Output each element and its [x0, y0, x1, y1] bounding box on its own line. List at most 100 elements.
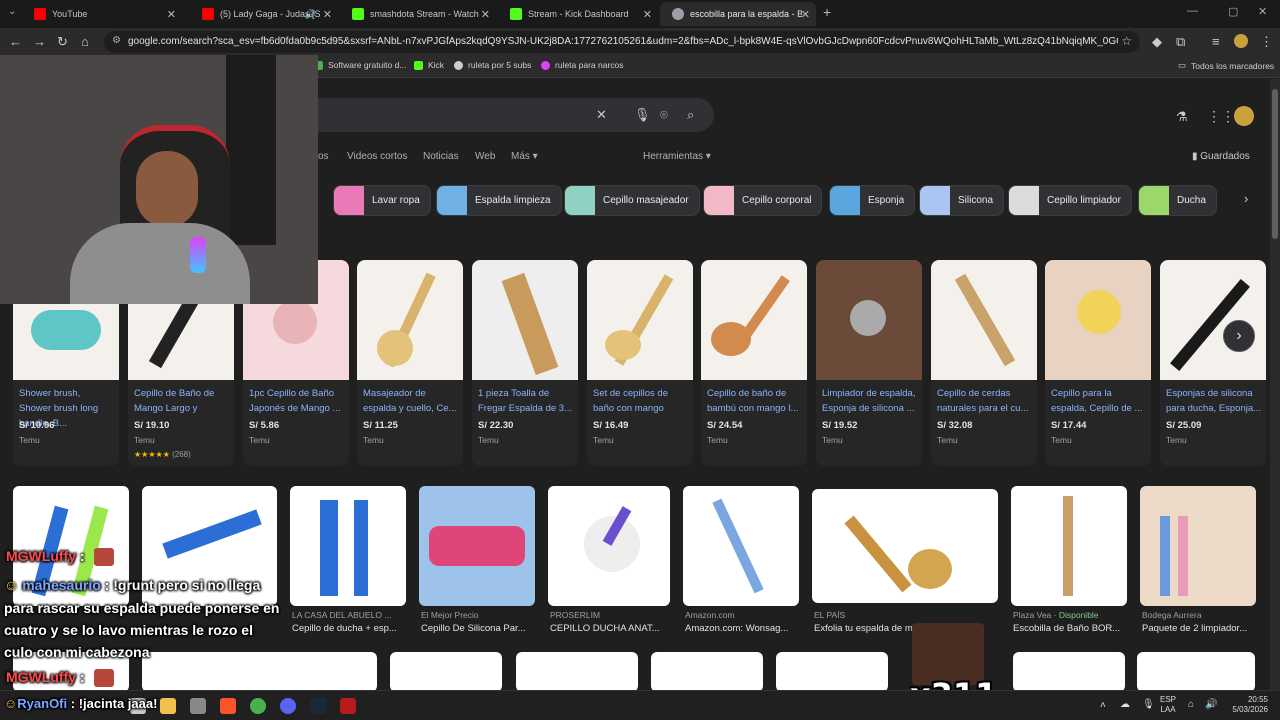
- microphone-icon[interactable]: 🎙: [634, 107, 651, 123]
- clock[interactable]: 20:55 5/03/2026: [1228, 695, 1268, 715]
- tab-youtube[interactable]: YouTube ✕: [22, 2, 182, 26]
- result-image[interactable]: [516, 652, 638, 690]
- forward-icon[interactable]: →: [33, 34, 46, 49]
- result-title[interactable]: Cepillo de ducha + esp...: [292, 623, 412, 634]
- reload-icon[interactable]: ↻: [57, 34, 68, 50]
- network-icon[interactable]: ⌂: [1188, 699, 1194, 710]
- chip-silicona[interactable]: Silicona: [919, 185, 1005, 216]
- chip-cepillo-corporal[interactable]: Cepillo corporal: [703, 185, 823, 216]
- result-title[interactable]: Escobilla de Baño BOR...: [1013, 623, 1133, 634]
- result-image[interactable]: [683, 486, 799, 606]
- result-image[interactable]: [265, 652, 377, 690]
- bookmark-ruleta-subs[interactable]: ruleta por 5 subs: [454, 60, 531, 70]
- search-icon[interactable]: ⌕: [687, 107, 694, 123]
- profile-avatar[interactable]: [1234, 34, 1248, 48]
- result-image[interactable]: [1140, 486, 1256, 606]
- tools-dropdown[interactable]: Herramientas ▾: [643, 151, 711, 162]
- close-tab-icon[interactable]: ✕: [323, 8, 332, 21]
- close-window-icon[interactable]: ✕: [1258, 5, 1267, 18]
- result-title[interactable]: Amazon.com: Wonsag...: [685, 623, 805, 634]
- extension-icon[interactable]: ◆: [1152, 34, 1162, 50]
- site-info-icon[interactable]: ⚙: [112, 35, 121, 46]
- media-icon[interactable]: ≡: [1212, 34, 1220, 49]
- scrollbar-thumb[interactable]: [1272, 89, 1278, 239]
- clear-search-icon[interactable]: ✕: [596, 107, 607, 123]
- result-title[interactable]: Paquete de 2 limpiador...: [1142, 623, 1262, 634]
- carousel-next-icon[interactable]: ›: [1223, 320, 1255, 352]
- result-title[interactable]: Cepillo De Silicona Par...: [421, 623, 541, 634]
- result-image[interactable]: [651, 652, 763, 690]
- tab-google-search[interactable]: escobilla para la espalda - Busc ✕: [660, 2, 816, 26]
- saved-button[interactable]: ▮ Guardados: [1192, 151, 1250, 162]
- dota-icon[interactable]: [340, 698, 356, 714]
- chip-espalda-limpieza[interactable]: Espalda limpieza: [436, 185, 562, 216]
- product-card[interactable]: Esponjas de silicona para ducha, Esponja…: [1160, 260, 1266, 466]
- tab-kick-dashboard[interactable]: Stream - Kick Dashboard ✕: [498, 2, 658, 26]
- result-image[interactable]: [1013, 652, 1125, 690]
- close-tab-icon[interactable]: ✕: [167, 8, 176, 21]
- product-card[interactable]: Cepillo de baño de bambú con mango l... S…: [701, 260, 807, 466]
- result-image[interactable]: [390, 652, 502, 690]
- volume-icon[interactable]: 🔊: [1205, 699, 1217, 710]
- maximize-icon[interactable]: ▢: [1228, 5, 1238, 18]
- chip-ducha[interactable]: Ducha: [1138, 185, 1217, 216]
- chip-cepillo-limpiador[interactable]: Cepillo limpiador: [1008, 185, 1132, 216]
- minimize-icon[interactable]: —: [1187, 5, 1198, 17]
- bookmark-star-icon[interactable]: ☆: [1121, 34, 1132, 48]
- new-tab-icon[interactable]: +: [823, 4, 831, 20]
- result-image[interactable]: [1011, 486, 1127, 606]
- result-image[interactable]: [1137, 652, 1255, 690]
- page-scrollbar[interactable]: [1270, 79, 1280, 690]
- product-card[interactable]: 1 pieza Toalla de Fregar Espalda de 3...…: [472, 260, 578, 466]
- home-icon[interactable]: ⌂: [81, 34, 89, 49]
- discord-icon[interactable]: [280, 698, 296, 714]
- menu-icon[interactable]: ⋮: [1260, 34, 1273, 50]
- result-image[interactable]: [776, 652, 888, 690]
- lens-icon[interactable]: ⌾: [660, 107, 668, 123]
- filter-more[interactable]: Más ▾: [511, 151, 538, 162]
- product-card[interactable]: Limpiador de espalda, Esponja de silicon…: [816, 260, 922, 466]
- result-image[interactable]: [142, 652, 277, 690]
- tab-search-icon[interactable]: ⌄: [8, 6, 16, 17]
- product-card[interactable]: Cepillo de cerdas naturales para el cu..…: [931, 260, 1037, 466]
- close-tab-icon[interactable]: ✕: [643, 8, 652, 21]
- brave-icon[interactable]: [220, 698, 236, 714]
- close-tab-icon[interactable]: ✕: [481, 8, 490, 21]
- result-title[interactable]: CEPILLO DUCHA ANAT...: [550, 623, 670, 634]
- filter-news[interactable]: Noticias: [423, 151, 459, 162]
- labs-icon[interactable]: ⚗: [1176, 109, 1188, 125]
- back-icon[interactable]: ←: [9, 34, 22, 49]
- filter-web[interactable]: Web: [475, 151, 495, 162]
- chrome-icon[interactable]: [250, 698, 266, 714]
- tab-lady-gaga[interactable]: (5) Lady Gaga - Judas [Suku 🔊 ✕: [190, 2, 338, 26]
- result-image[interactable]: [812, 489, 998, 603]
- close-tab-icon[interactable]: ✕: [801, 8, 810, 21]
- filter-partial[interactable]: os: [318, 151, 329, 162]
- account-avatar[interactable]: [1234, 106, 1254, 126]
- filter-short-videos[interactable]: Videos cortos: [347, 151, 407, 162]
- bookmark-software[interactable]: Software gratuito d...: [314, 60, 406, 70]
- product-card[interactable]: Set de cepillos de baño con mango S/ 16.4…: [587, 260, 693, 466]
- audio-icon[interactable]: 🔊: [305, 9, 316, 20]
- apps-grid-icon[interactable]: ⋮⋮: [1207, 108, 1235, 125]
- all-bookmarks[interactable]: ▭ Todos los marcadores: [1178, 60, 1274, 71]
- result-image[interactable]: [419, 486, 535, 606]
- product-card[interactable]: Masajeador de espalda y cuello, Ce... S/ …: [357, 260, 463, 466]
- tab-smashdota[interactable]: smashdota Stream - Watch Liv ✕: [340, 2, 496, 26]
- address-bar[interactable]: ⚙ google.com/search?sca_esv=fb6d0fda0b9c…: [104, 31, 1140, 53]
- product-card[interactable]: Cepillo para la espalda, Cepillo de ... S…: [1045, 260, 1151, 466]
- folder-icon[interactable]: [160, 698, 176, 714]
- bookmark-ruleta-narcos[interactable]: ruleta para narcos: [541, 60, 624, 70]
- result-image[interactable]: [548, 486, 670, 606]
- steam-icon[interactable]: [310, 698, 326, 714]
- chip-esponja[interactable]: Esponja: [829, 185, 916, 216]
- language-indicator[interactable]: ESP LAA: [1160, 695, 1176, 715]
- chips-next-icon[interactable]: ›: [1244, 191, 1248, 206]
- onedrive-icon[interactable]: ☁: [1120, 699, 1130, 710]
- microphone-icon[interactable]: 🎙: [1142, 699, 1155, 710]
- app-icon[interactable]: [190, 698, 206, 714]
- result-image[interactable]: [290, 486, 406, 606]
- tray-chevron-icon[interactable]: ˄: [1100, 700, 1106, 711]
- extensions-puzzle-icon[interactable]: ⧉: [1176, 34, 1185, 50]
- chip-cepillo-masajeador[interactable]: Cepillo masajeador: [564, 185, 700, 216]
